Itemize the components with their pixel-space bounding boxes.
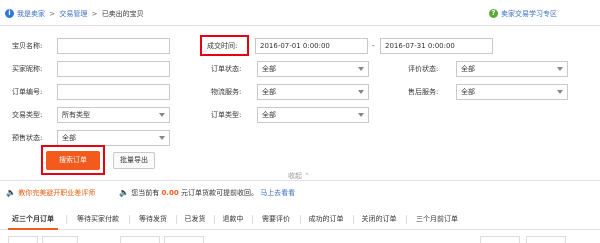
- trade-type-label: 交易类型:: [12, 111, 43, 119]
- deal-time-label: 成交时间:: [207, 42, 238, 50]
- partial-control[interactable]: [164, 236, 204, 243]
- chevron-down-icon: [358, 113, 364, 117]
- tab-divider: [129, 215, 130, 224]
- notice-amount: 0.00: [161, 189, 179, 197]
- order-no-input[interactable]: [57, 84, 170, 100]
- info-icon: i: [5, 9, 14, 18]
- logistics-value: 全部: [262, 88, 276, 96]
- notice-tip-1[interactable]: 🔈 教你完美避开职业差评师: [6, 188, 95, 198]
- partial-control[interactable]: [526, 236, 566, 243]
- notice-tip-2-prefix: 您当前有: [131, 189, 160, 197]
- chevron-down-icon: [358, 90, 364, 94]
- item-name-input[interactable]: [57, 38, 170, 54]
- breadcrumb-item-seller[interactable]: 我是卖家: [17, 10, 45, 18]
- chevron-up-icon: ⌃: [304, 172, 311, 180]
- speaker-icon: 🔈: [119, 188, 129, 197]
- tab-divider: [406, 215, 407, 224]
- breadcrumb-item-current: 已卖出的宝贝: [101, 10, 144, 18]
- chevron-down-icon: [358, 67, 364, 71]
- chevron-down-icon: [557, 90, 563, 94]
- tab-divider: [176, 215, 177, 224]
- breadcrumb-separator: >: [91, 10, 98, 18]
- tab-successful-orders[interactable]: 成功的订单: [304, 208, 348, 230]
- presale-status-label: 预售状态:: [12, 134, 43, 142]
- partial-control[interactable]: [480, 236, 520, 243]
- tab-divider: [300, 215, 301, 224]
- divider: [0, 180, 600, 181]
- trade-type-value: 所有类型: [62, 111, 90, 119]
- batch-export-button[interactable]: 批量导出: [113, 152, 155, 169]
- notice-tip-2-suffix: 元订单货款可提前收回。: [180, 189, 258, 197]
- tab-older-orders[interactable]: 三个月前订单: [411, 208, 463, 230]
- notice-tip-1-text: 教你完美避开职业差评师: [18, 189, 96, 197]
- tab-divider: [66, 215, 67, 224]
- buyer-nick-input[interactable]: [57, 61, 170, 77]
- chevron-down-icon: [159, 113, 165, 117]
- chevron-down-icon: [159, 136, 165, 140]
- after-sale-label: 售后服务:: [408, 88, 439, 96]
- trade-type-select[interactable]: 所有类型: [57, 107, 170, 123]
- help-icon: ?: [489, 9, 498, 18]
- breadcrumb: 我是卖家 > 交易管理 > 已卖出的宝贝: [17, 9, 144, 19]
- tab-divider: [353, 215, 354, 224]
- buyer-nick-label: 买家昵称:: [12, 65, 43, 73]
- speaker-icon: 🔈: [6, 188, 16, 197]
- partial-control[interactable]: [42, 236, 78, 243]
- review-status-select[interactable]: 全部: [456, 61, 568, 77]
- order-type-label: 订单类型:: [211, 111, 242, 119]
- deal-time-end-input[interactable]: 2016-07-31 0:00:00: [380, 38, 493, 54]
- notice-tip-2: 🔈 您当前有 0.00 元订单货款可提前收回。 马上去看看: [119, 188, 295, 198]
- review-status-value: 全部: [461, 65, 475, 73]
- presale-status-value: 全部: [62, 134, 76, 142]
- tab-divider: [252, 215, 253, 224]
- tab-awaiting-payment[interactable]: 等待买家付款: [72, 208, 124, 230]
- tab-needs-review[interactable]: 需要评价: [256, 208, 296, 230]
- presale-status-select[interactable]: 全部: [57, 130, 170, 146]
- tab-awaiting-shipment[interactable]: 等待发货: [134, 208, 172, 230]
- order-status-label: 订单状态:: [211, 65, 242, 73]
- after-sale-select[interactable]: 全部: [456, 84, 568, 100]
- order-tabs: 近三个月订单 等待买家付款 等待发货 已发货 退款中 需要评价 成功的订单 关闭…: [0, 208, 600, 230]
- tab-refunding[interactable]: 退款中: [218, 208, 248, 230]
- order-no-label: 订单编号:: [12, 88, 43, 96]
- search-orders-button[interactable]: 搜索订单: [46, 151, 100, 170]
- date-range-dash: -: [372, 42, 375, 50]
- help-link[interactable]: 卖家交易学习专区: [501, 9, 557, 19]
- chevron-down-icon: [557, 67, 563, 71]
- review-status-label: 评价状态:: [408, 65, 439, 73]
- order-status-value: 全部: [262, 65, 276, 73]
- order-status-select[interactable]: 全部: [257, 61, 369, 77]
- breadcrumb-separator: >: [49, 10, 56, 18]
- tab-closed-orders[interactable]: 关闭的订单: [357, 208, 401, 230]
- collapse-label: 收起: [288, 172, 302, 180]
- partial-control[interactable]: [120, 236, 160, 243]
- notice-tip-2-link[interactable]: 马上去看看: [260, 189, 295, 197]
- breadcrumb-item-trade-manage[interactable]: 交易管理: [59, 10, 87, 18]
- logistics-select[interactable]: 全部: [257, 84, 369, 100]
- deal-time-start-input[interactable]: 2016-07-01 0:00:00: [255, 38, 368, 54]
- item-name-label: 宝贝名称:: [12, 42, 43, 50]
- order-type-value: 全部: [262, 111, 276, 119]
- tab-recent-three-months[interactable]: 近三个月订单: [8, 208, 58, 230]
- tab-shipped[interactable]: 已发货: [180, 208, 210, 230]
- toolbar-strip: [0, 236, 600, 243]
- divider: [0, 25, 600, 26]
- partial-control[interactable]: [8, 236, 38, 243]
- after-sale-value: 全部: [461, 88, 475, 96]
- order-type-select[interactable]: 全部: [257, 107, 369, 123]
- tab-divider: [214, 215, 215, 224]
- logistics-label: 物流服务:: [211, 88, 242, 96]
